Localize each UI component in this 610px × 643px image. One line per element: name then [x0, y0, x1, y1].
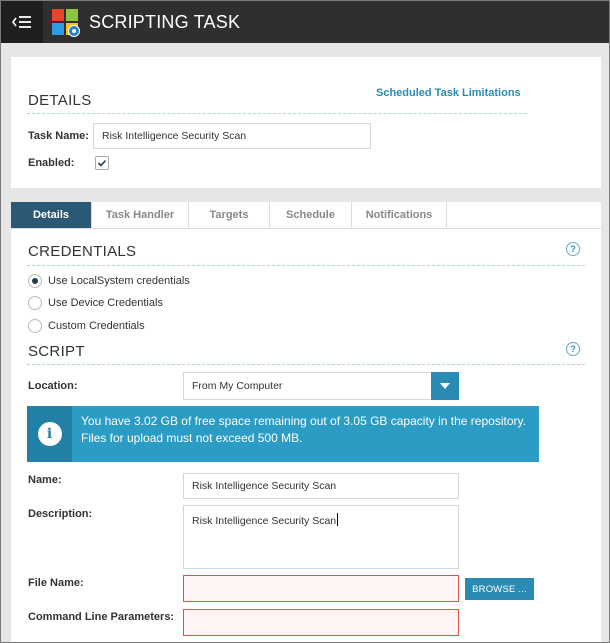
- info-icon-area: i: [27, 406, 72, 462]
- page-background-left: [1, 43, 11, 642]
- credentials-heading: CREDENTIALS: [28, 243, 137, 260]
- tab-details[interactable]: Details: [11, 202, 92, 228]
- description-label: Description:: [28, 508, 93, 520]
- radio-device-credentials-label: Use Device Credentials: [48, 297, 163, 309]
- scheduled-task-limitations-link[interactable]: Scheduled Task Limitations: [376, 87, 521, 99]
- task-name-value: Risk Intelligence Security Scan: [102, 130, 247, 142]
- tab-task-handler[interactable]: Task Handler: [92, 202, 189, 228]
- scripting-task-window: SCRIPTING TASK DETAILS Scheduled Task Li…: [0, 0, 610, 643]
- location-select[interactable]: From My Computer: [183, 372, 459, 400]
- scripting-task-logo-icon: [52, 9, 80, 37]
- radio-custom-credentials[interactable]: Custom Credentials: [28, 319, 145, 333]
- task-name-input[interactable]: Risk Intelligence Security Scan: [93, 123, 371, 149]
- location-dropdown-button[interactable]: [431, 372, 459, 400]
- page-background-right: [601, 43, 609, 642]
- file-name-label: File Name:: [28, 577, 84, 589]
- tab-schedule[interactable]: Schedule: [270, 202, 352, 228]
- repository-info-banner: i You have 3.02 GB of free space remaini…: [27, 406, 539, 462]
- credentials-help-icon[interactable]: ?: [566, 242, 580, 256]
- command-line-parameters-input[interactable]: [183, 609, 459, 636]
- tabs-underline: [11, 228, 601, 229]
- script-name-value: Risk Intelligence Security Scan: [192, 480, 337, 492]
- command-line-parameters-label: Command Line Parameters:: [28, 611, 175, 623]
- description-value: Risk Intelligence Security Scan: [192, 513, 339, 527]
- enabled-label: Enabled:: [28, 157, 75, 169]
- title-bar: SCRIPTING TASK: [1, 1, 609, 43]
- tab-targets[interactable]: Targets: [189, 202, 270, 228]
- credentials-divider: [27, 265, 585, 266]
- tab-notifications[interactable]: Notifications: [352, 202, 447, 228]
- script-divider: [27, 364, 585, 365]
- location-selected-value: From My Computer: [192, 380, 283, 392]
- location-label: Location:: [28, 380, 78, 392]
- section-separator: [1, 188, 609, 202]
- browse-button[interactable]: BROWSE ...: [465, 578, 534, 600]
- file-name-input[interactable]: [183, 575, 459, 602]
- radio-localsystem-label: Use LocalSystem credentials: [48, 275, 190, 287]
- script-name-input[interactable]: Risk Intelligence Security Scan: [183, 473, 459, 499]
- page-background: [1, 43, 609, 57]
- task-name-label: Task Name:: [28, 130, 89, 142]
- window-title: SCRIPTING TASK: [89, 12, 241, 32]
- radio-custom-credentials-button[interactable]: [28, 319, 42, 333]
- info-message: You have 3.02 GB of free space remaining…: [81, 414, 526, 445]
- radio-localsystem-button[interactable]: [28, 274, 42, 288]
- collapse-menu-button[interactable]: [1, 1, 43, 43]
- radio-device-credentials[interactable]: Use Device Credentials: [28, 296, 163, 310]
- details-heading: DETAILS: [28, 92, 92, 109]
- script-help-icon[interactable]: ?: [566, 342, 580, 356]
- info-icon: i: [37, 422, 62, 446]
- menu-back-icon: [12, 16, 31, 28]
- checkmark-icon: [97, 159, 107, 167]
- details-divider: [27, 113, 527, 114]
- caret-down-icon: [440, 383, 450, 389]
- script-heading: SCRIPT: [28, 343, 85, 360]
- radio-device-credentials-button[interactable]: [28, 296, 42, 310]
- enabled-checkbox[interactable]: [95, 156, 109, 170]
- text-caret: [337, 513, 339, 526]
- radio-custom-credentials-label: Custom Credentials: [48, 320, 145, 332]
- description-textarea[interactable]: Risk Intelligence Security Scan: [183, 505, 459, 569]
- radio-localsystem[interactable]: Use LocalSystem credentials: [28, 274, 190, 288]
- name-label: Name:: [28, 474, 62, 486]
